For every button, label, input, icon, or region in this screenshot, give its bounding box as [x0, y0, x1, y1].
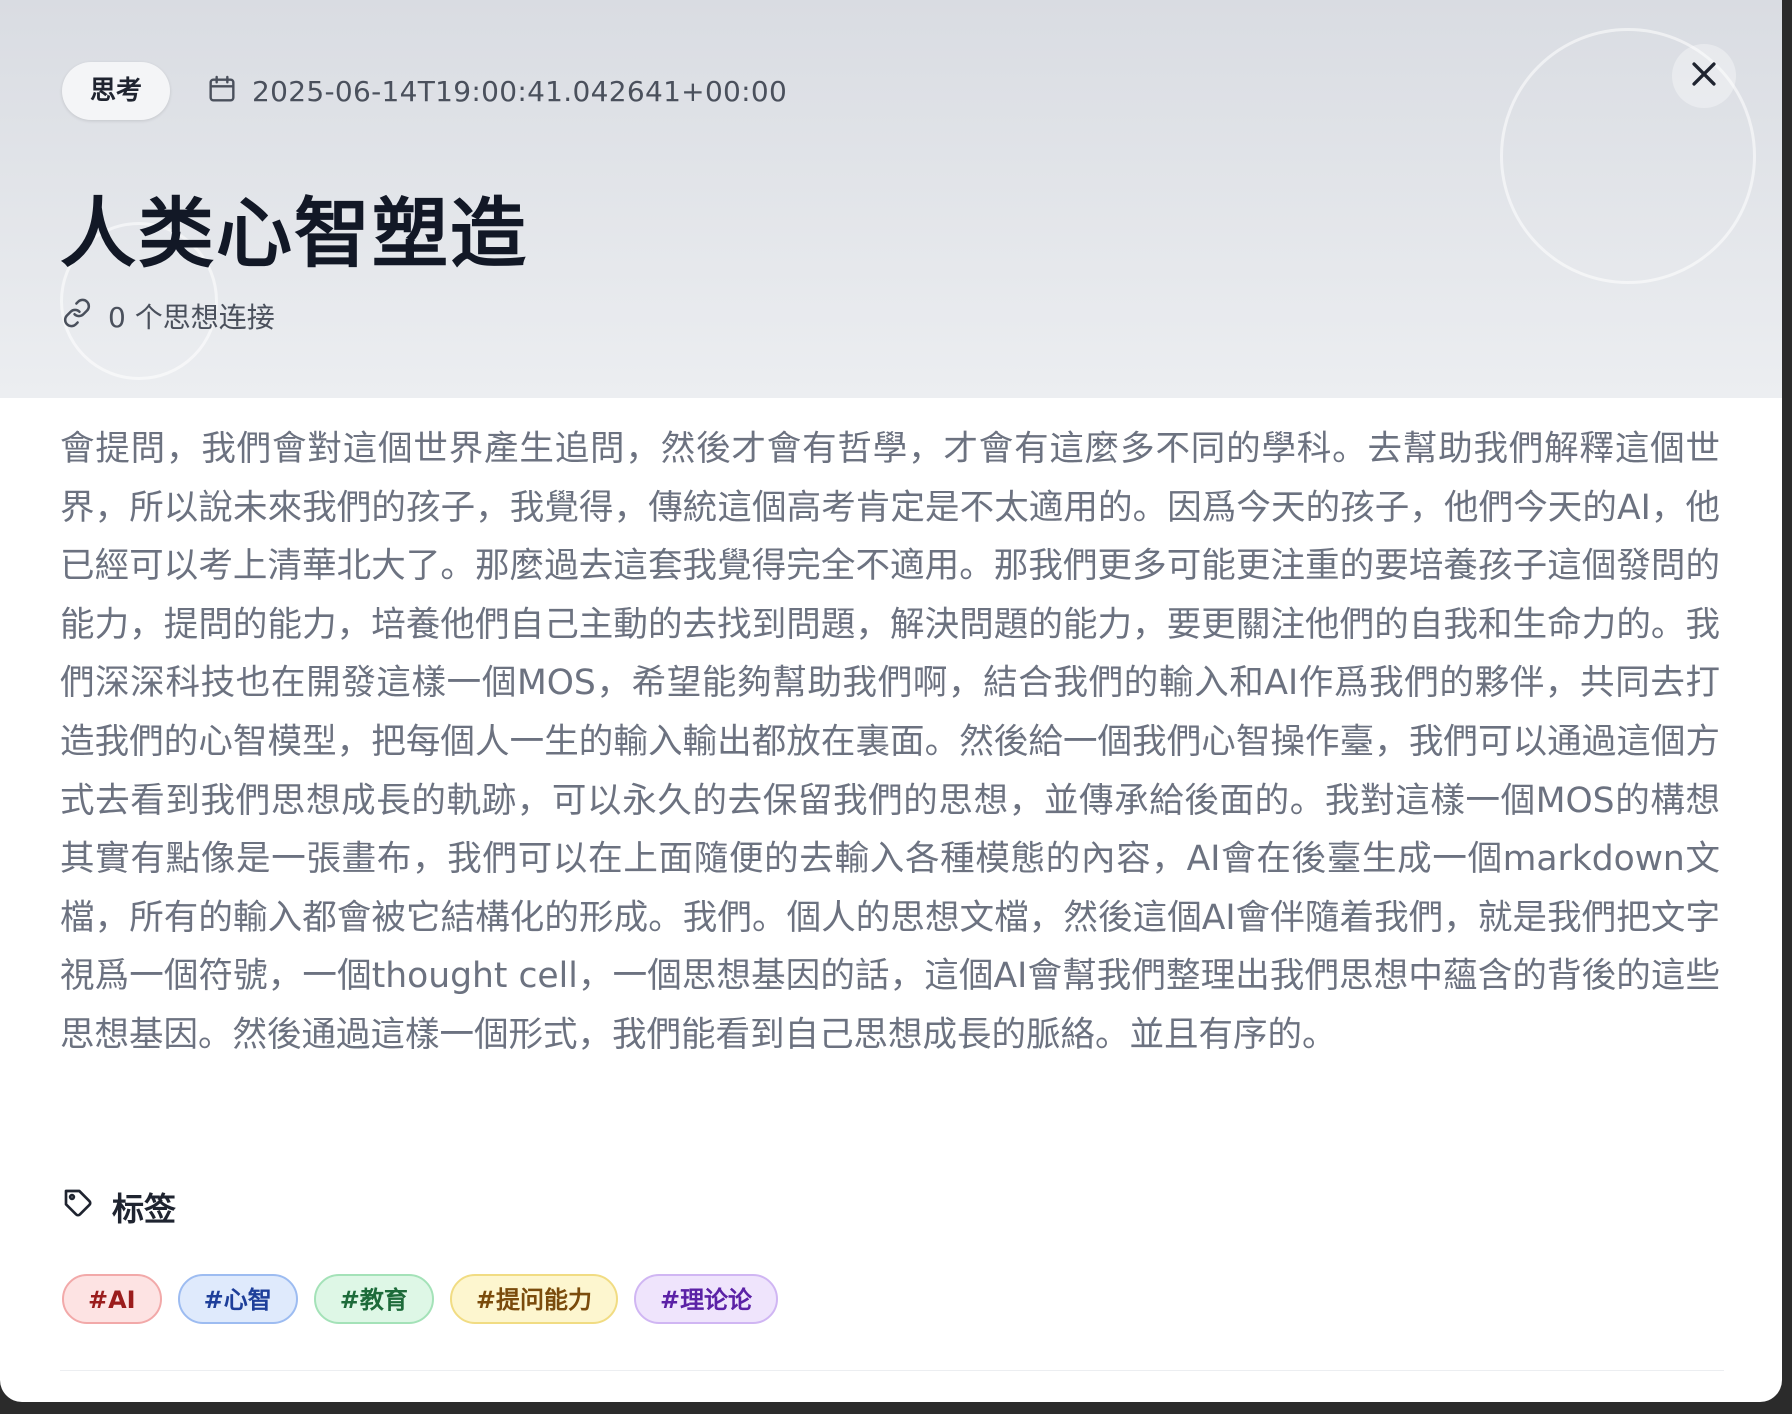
tag-list: #AI #心智 #教育 #提问能力 #理论论	[62, 1274, 1722, 1324]
tags-heading: 标签	[62, 1184, 1722, 1230]
tag-chip[interactable]: #心智	[177, 1274, 298, 1324]
tag-chip[interactable]: #教育	[313, 1274, 434, 1324]
link-icon	[62, 298, 92, 335]
connections-info: 0 个思想连接	[62, 296, 275, 336]
thought-content: 會提問，我們會對這個世界產生追問，然後才會有哲學，才會有這麼多不同的學科。去幫助…	[60, 429, 1720, 1055]
calendar-icon	[206, 73, 238, 109]
tag-icon	[62, 1187, 94, 1227]
tag-chip[interactable]: #提问能力	[449, 1274, 618, 1324]
created-date: 2025-06-14T19:00:41.042641+00:00	[252, 74, 788, 108]
meta-row: 思考 2025-06-14T19:00:41.042641+00:00	[62, 62, 787, 120]
close-icon	[1687, 57, 1721, 95]
tags-section: 标签 #AI #心智 #教育 #提问能力 #理论论	[62, 1184, 1722, 1324]
tags-heading-label: 标签	[112, 1190, 177, 1228]
page-title: 人类心智塑造	[60, 189, 528, 278]
modal-header: 思考 2025-06-14T19:00:41.042641+00:00 人类心智…	[0, 0, 1782, 398]
connections-count: 0 个思想连接	[108, 301, 275, 334]
tag-chip[interactable]: #AI	[62, 1274, 162, 1324]
tag-chip[interactable]: #理论论	[633, 1274, 779, 1324]
date-info: 2025-06-14T19:00:41.042641+00:00	[206, 73, 787, 109]
divider	[60, 1370, 1724, 1371]
thought-detail-modal: 思考 2025-06-14T19:00:41.042641+00:00 人类心智…	[0, 0, 1782, 1402]
category-badge: 思考	[62, 62, 171, 120]
close-button[interactable]	[1672, 44, 1736, 108]
